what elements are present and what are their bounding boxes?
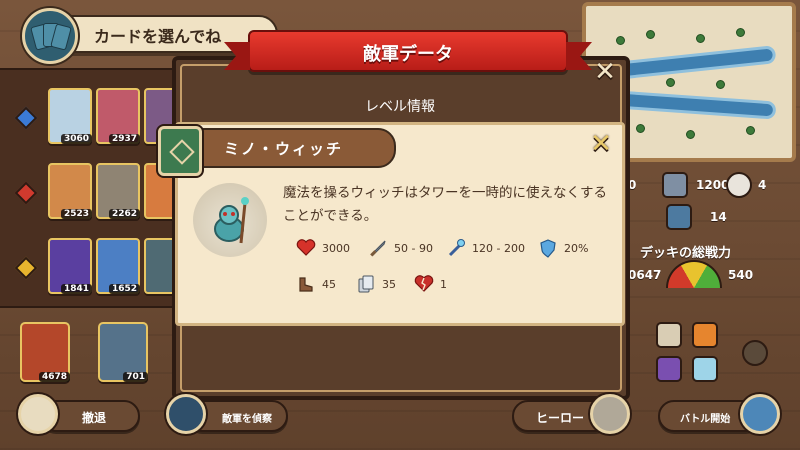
card-cost-icon <box>358 275 374 293</box>
stat-value: 120 - 200 <box>472 242 525 255</box>
level-info-label: レベル情報 <box>365 99 435 115</box>
stat-attack: 50 - 90 <box>368 238 448 260</box>
stat-value: 45 <box>322 278 336 291</box>
deck-power-left: 0647 <box>628 268 662 282</box>
sun-slot-icon[interactable] <box>692 322 718 348</box>
card-row3-2[interactable]: 1652 <box>96 238 140 294</box>
stat-speed: 45 <box>296 274 356 296</box>
armor-icon <box>666 204 692 230</box>
yellow-gem-icon <box>14 256 38 280</box>
close-info-button[interactable]: ✕ <box>588 131 614 158</box>
boot-speed-icon <box>299 277 313 292</box>
power-gauge-icon <box>666 260 722 288</box>
moon-slot-icon[interactable] <box>656 356 682 382</box>
blue-gem-icon <box>14 106 38 130</box>
stat-value: 3000 <box>322 242 350 255</box>
card-power: 701 <box>123 372 148 382</box>
enemy-name: ミノ・ウィッチ <box>224 140 344 158</box>
deck-stats-panel: 0 1200 4 14 デッキの総戦力 0647 540 <box>628 160 798 300</box>
card-power: 1841 <box>60 284 92 294</box>
red-gem-icon <box>14 181 38 205</box>
card-row2-2[interactable]: 2262 <box>96 163 140 219</box>
stat-armor: 20% <box>538 238 608 260</box>
stat-value: 50 - 90 <box>394 242 433 255</box>
card-deck-icon <box>22 8 78 64</box>
card-selection-panel: 3060 2937 2523 2262 1841 1652 <box>0 68 188 308</box>
spellbook-icon <box>158 126 202 176</box>
broken-heart-icon <box>414 275 434 292</box>
enemy-name-ribbon: ミノ・ウィッチ <box>190 128 396 168</box>
popup-banner: 敵軍データ <box>224 30 592 72</box>
deck-power-label: デッキの総戦力 <box>640 246 732 261</box>
card-stack-icon <box>662 172 688 198</box>
stat-life-damage: 1 <box>414 274 464 296</box>
header-title: カードを選んでね <box>94 27 222 46</box>
stat-health: 3000 <box>296 238 366 260</box>
card-power: 4678 <box>38 372 70 382</box>
retreat-label: 撤退 <box>82 411 107 425</box>
card-power: 2523 <box>60 209 92 219</box>
card-power: 3060 <box>60 134 92 144</box>
card-row2-1[interactable]: 2523 <box>48 163 92 219</box>
stat-cost: 35 <box>356 274 416 296</box>
popup-title: 敵軍データ <box>363 44 453 65</box>
hero-label: ヒーロー <box>536 411 585 425</box>
stat-value: 1 <box>440 278 447 291</box>
card-power: 1652 <box>108 284 140 294</box>
start-battle-label: バトル開始 <box>680 414 731 425</box>
selected-card-2[interactable]: 701 <box>98 322 148 382</box>
heart-icon <box>296 239 316 256</box>
enemy-description: 魔法を操るウィッチはタワーを一時的に使えなくすることができる。 <box>283 185 607 224</box>
stat-b: 1200 <box>696 178 730 192</box>
telescope-icon <box>166 394 206 434</box>
scroll-icon <box>18 394 58 434</box>
stat-magic-attack: 120 - 200 <box>446 238 536 260</box>
stat-c: 4 <box>758 178 767 192</box>
shield-icon <box>540 239 556 258</box>
card-power: 2262 <box>108 209 140 219</box>
sword-icon <box>370 240 386 257</box>
stat-value: 20% <box>564 242 589 255</box>
stat-d: 14 <box>710 210 727 224</box>
helmet-icon[interactable] <box>742 340 768 366</box>
cloud-slot-icon[interactable] <box>692 356 718 382</box>
card-row3-1[interactable]: 1841 <box>48 238 92 294</box>
deck-power-right: 540 <box>728 268 754 282</box>
card-power: 2937 <box>108 134 140 144</box>
stat-value: 35 <box>382 278 396 291</box>
enemy-portrait <box>193 183 267 257</box>
selected-card-1[interactable]: 4678 <box>20 322 70 382</box>
card-row1-1[interactable]: 3060 <box>48 88 92 144</box>
frost-slot-icon[interactable] <box>656 322 682 348</box>
scout-label: 敵軍を偵察 <box>222 414 272 425</box>
card-row1-2[interactable]: 2937 <box>96 88 140 144</box>
skull-icon <box>726 172 752 198</box>
close-popup-button[interactable]: ✕ <box>592 59 618 86</box>
crossed-swords-icon <box>740 394 780 434</box>
hero-shield-icon <box>590 394 630 434</box>
magic-staff-icon <box>448 239 465 257</box>
